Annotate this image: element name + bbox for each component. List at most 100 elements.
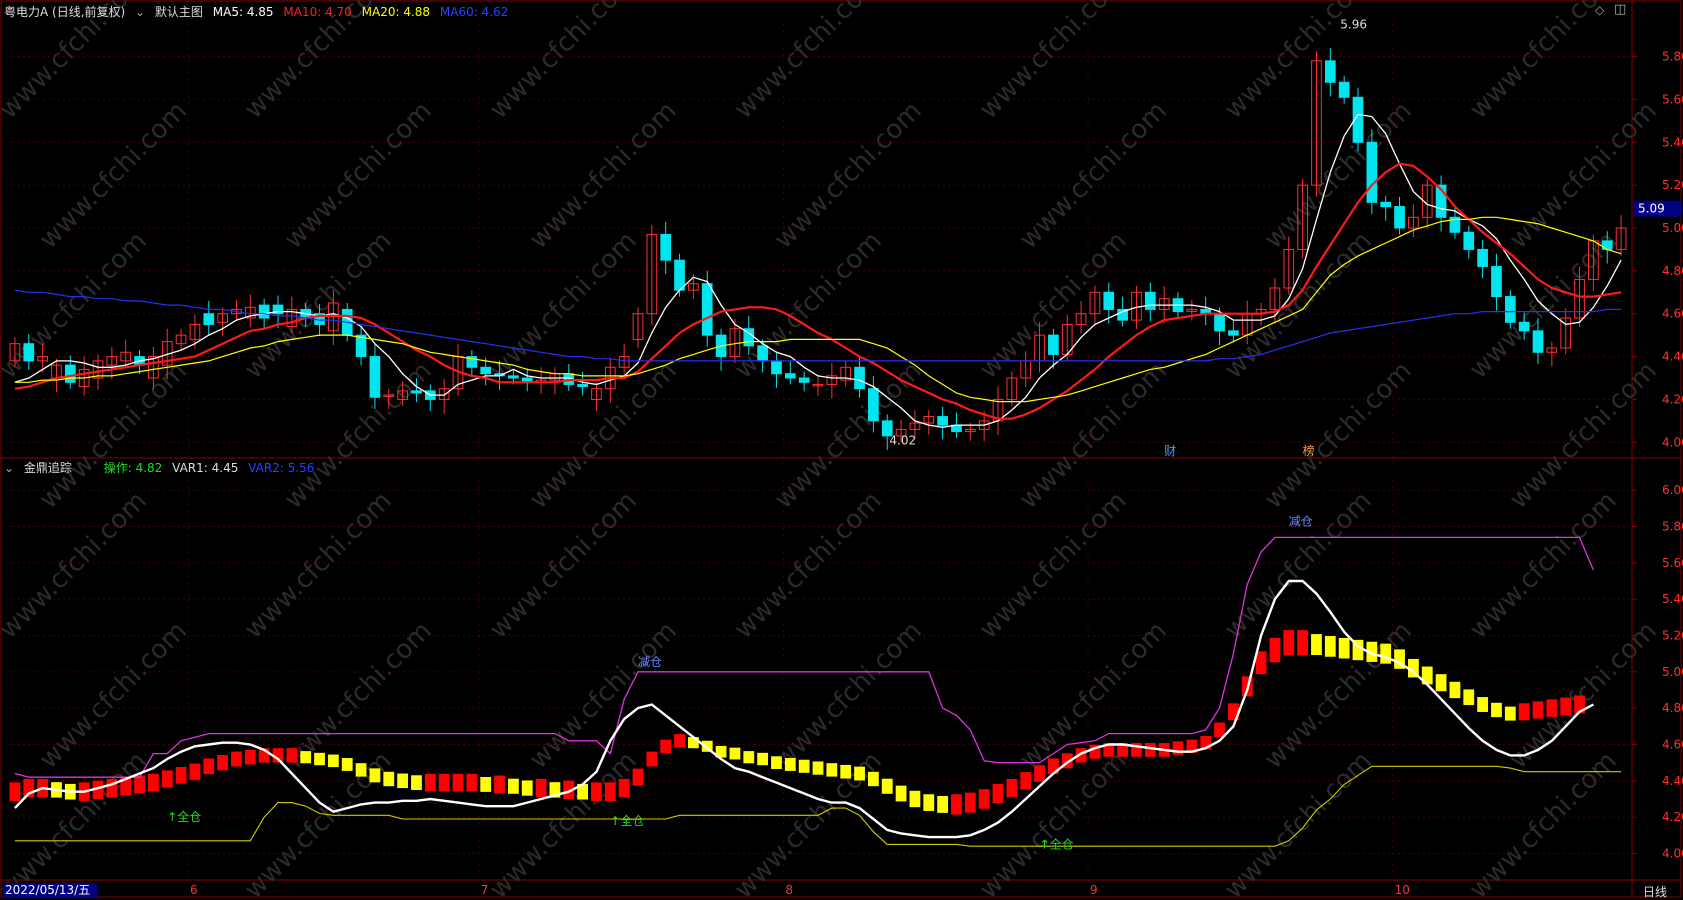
op-bar [757,752,769,766]
sub-tick-label: 4.40 [1662,774,1683,788]
sub-tick-label: 5.40 [1662,592,1683,606]
main-chart-name[interactable]: 默认主图 [155,5,203,19]
op-bar [1463,689,1475,706]
op-bar [134,775,145,794]
op-bar [217,755,229,771]
watermark-text: www.cfchi.com [34,96,193,255]
op-bar [231,751,242,767]
watermark-text: www.cfchi.com [1219,746,1378,899]
op-bar [632,768,644,786]
var1-label: VAR1: 4.45 [172,461,239,475]
op-bar [341,758,353,771]
sub-tick-label: 5.60 [1662,556,1683,570]
window-toggle-icon[interactable]: ◫ [1614,2,1626,17]
op-bar [466,773,478,792]
op-bar [1269,637,1281,663]
candle-body [411,390,422,394]
candle-body [660,233,672,261]
op-bar [1283,630,1295,656]
op-bar [992,784,1004,804]
op-bar [161,770,173,788]
price-tag-label: 5.09 [1638,202,1665,216]
op-bar [244,749,256,765]
op-bar [951,794,962,815]
op-bar [1311,634,1322,656]
sub-tick-label: 5.00 [1662,665,1683,679]
main-tick-label: 5.20 [1662,178,1683,192]
chevron-down-icon[interactable]: ⌄ [4,461,14,475]
op-bar [646,751,658,767]
candle-body [868,388,879,422]
stock-title[interactable]: 粤电力A (日线,前复权) [4,5,125,19]
candle-body [771,360,782,375]
op-bar [784,758,796,771]
op-bar [521,780,533,796]
candle-body [1380,201,1392,208]
candle-body [1366,141,1378,203]
sub-tick-label: 4.00 [1662,846,1683,860]
main-tick-label: 4.20 [1662,392,1683,406]
op-bar [1449,681,1461,699]
op-bar [1020,772,1032,790]
op-bar [1504,706,1516,721]
candle-body [1144,291,1156,310]
op-bar [1380,643,1392,664]
candle-body [480,366,492,375]
op-bar [923,794,935,811]
candle-body [1463,231,1475,250]
op-bar [881,778,893,794]
op-bar [314,752,325,766]
low-label: 4.02 [889,433,916,447]
watermark-text: www.cfchi.com [524,616,683,775]
reduce-label-2: 减仓 [1289,514,1313,528]
op-bar [9,782,21,802]
op-bar [771,756,782,769]
candle-body [258,304,270,319]
op-bar [355,763,367,777]
op-bar [1477,697,1489,712]
candle-body [757,345,768,362]
op-bar [1338,637,1350,659]
op-bar [937,795,949,813]
candle-body [1338,81,1350,98]
op-bar [909,790,921,808]
candle-body [577,383,588,388]
op-bar [604,782,616,802]
op-bar [867,771,879,787]
op-bar [535,778,547,798]
op-bar [1532,701,1544,719]
op-bar [383,771,395,787]
op-bar [798,759,810,773]
candle-body [674,259,685,291]
ma10-label: MA10: 4.70 [283,5,352,19]
watermark-text: www.cfchi.com [239,486,398,645]
period-label[interactable]: 日线 [1643,883,1667,900]
op-bar [147,773,159,792]
kline-chart[interactable]: www.cfchi.com www.cfchi.com www.cfchi.com w… [0,0,1683,899]
sub-indicator-name[interactable]: 金鼎追踪 [24,461,72,475]
op-bar [591,782,602,802]
diamond-icon[interactable]: ◇ [1595,3,1604,17]
chevron-down-icon[interactable]: ⌄ [135,5,145,19]
op-bar [286,748,298,763]
bang-marker: 榜 [1303,443,1315,458]
op-bar [826,763,838,777]
full-label-1: ↑全仓 [167,809,201,824]
watermark-text: www.cfchi.com [1464,486,1623,645]
var2-label: VAR2: 5.56 [248,461,315,475]
op-bar [300,751,312,764]
candle-body [1504,296,1516,323]
watermark-text: www.cfchi.com [0,746,153,899]
candle-body [1048,334,1059,355]
candle-body [23,343,35,362]
op-bar [480,776,492,792]
candle-body [1491,266,1502,298]
op-bar [507,778,519,794]
op-bar [189,763,201,780]
watermark-text: www.cfchi.com [1014,96,1173,255]
watermark-text: www.cfchi.com [484,486,643,645]
main-tick-label: 4.40 [1662,350,1683,364]
op-bar [729,747,741,760]
main-tick-label: 5.00 [1662,221,1683,235]
op-bar [438,773,450,792]
